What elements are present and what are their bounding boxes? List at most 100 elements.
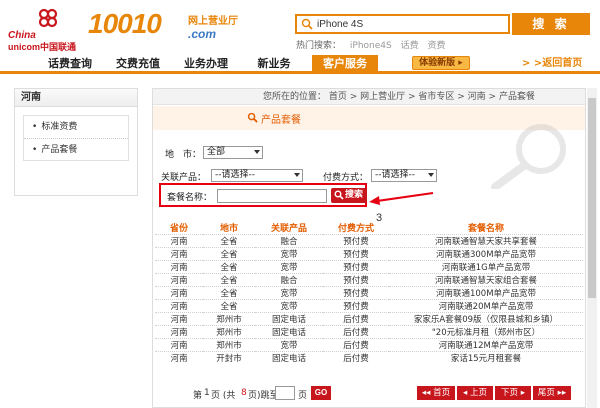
cell-package-name[interactable]: 河南联通1G单产品宽带 [389, 260, 583, 274]
pager-middle: 页 (共 [211, 391, 236, 401]
nav-item-customer-service[interactable]: 客户服务 [312, 55, 378, 73]
sidebar-item-standard-tariff[interactable]: 标准资费 [24, 116, 128, 138]
city-select-value: 全部 [207, 147, 226, 157]
pager-current-page: 1 [204, 388, 210, 398]
site-search-box [295, 14, 510, 34]
cell-pay-method: 预付费 [323, 234, 389, 248]
product-label: 关联产品： [161, 173, 207, 183]
cell-package-name[interactable]: 家话15元月租套餐 [389, 351, 583, 364]
pager-page-word: 页 [298, 391, 308, 401]
site-search-button[interactable]: 搜 索 [512, 13, 590, 35]
table-row: 河南 开封市 固定电话 后付费 家话15元月租套餐 [155, 351, 583, 364]
site-header: China unicom中国联通 10010 网上营业厅 .com 搜 索 热门… [0, 0, 600, 54]
last-page-label: 尾页 [537, 388, 555, 398]
next-page-button[interactable]: 下页 ▸ [495, 386, 531, 400]
cell-province: 河南 [155, 234, 203, 248]
column-header-pay-method: 付费方式 [337, 224, 374, 234]
cell-city: 全省 [203, 247, 255, 261]
cell-product: 宽带 [255, 338, 323, 352]
magnifier-icon [247, 112, 258, 123]
package-name-input[interactable] [217, 189, 327, 203]
cell-product: 宽带 [255, 286, 323, 300]
cell-city: 郑州市 [203, 338, 255, 352]
table-row: 河南 郑州市 固定电话 后付费 "20元标准月租（郑州市区） [155, 325, 583, 339]
package-search-button[interactable]: 搜索 [331, 188, 367, 203]
search-icon [301, 18, 313, 30]
first-page-label: 首页 [433, 388, 451, 398]
cell-package-name[interactable]: 家家乐A套餐09版（仅限县城和乡镇） [389, 312, 583, 326]
city-select[interactable]: 全部 [203, 146, 263, 159]
hot-keyword[interactable]: iPhone4S [350, 41, 392, 51]
nav-item-bill-query[interactable]: 话费查询 [40, 55, 100, 73]
sidebar: 河南 标准资费 产品套餐 [14, 88, 138, 196]
logo-slogan: 网上营业厅 [188, 16, 238, 27]
cell-package-name[interactable]: 河南联通100M单产品宽带 [389, 286, 583, 300]
page-jump-input[interactable] [275, 386, 295, 400]
cell-pay-method: 后付费 [323, 338, 389, 352]
table-row: 河南 全省 融合 预付费 河南联通智慧天家组合套餐 [155, 273, 583, 287]
product-select-value: --请选择-- [215, 170, 255, 180]
cell-pay-method: 后付费 [323, 325, 389, 339]
chevron-down-icon [254, 150, 260, 154]
scrollbar-thumb[interactable] [588, 98, 596, 298]
column-header-province: 省份 [169, 224, 188, 234]
main-panel: 您所在的位置： 首页 > 网上营业厅 > 省市专区 > 河南 > 产品套餐 产品… [152, 88, 586, 408]
first-page-button[interactable]: ◂◂ 首页 [417, 386, 455, 400]
cell-package-name[interactable]: 河南联通300M单产品宽带 [389, 247, 583, 261]
try-new-version-button[interactable]: 体验新版 ▸ [412, 56, 470, 70]
cell-province: 河南 [155, 325, 203, 339]
pagination: 第 1 页 (共 8 页)跳至 页 GO ◂◂ 首页 ◂ 上页 下页 ▸ 尾页 … [153, 385, 585, 403]
cell-product: 宽带 [255, 299, 323, 313]
sidebar-list: 标准资费 产品套餐 [23, 115, 129, 161]
back-home-link[interactable]: > >返回首页 [522, 56, 582, 72]
try-new-version-label: 体验新版 [419, 58, 456, 68]
search-icon [334, 190, 344, 200]
cell-package-name[interactable]: 河南联通智慧天家组合套餐 [389, 273, 583, 287]
cell-province: 河南 [155, 299, 203, 313]
nav-item-business[interactable]: 业务办理 [176, 55, 236, 73]
cell-package-name[interactable]: 河南联通20M单产品宽带 [389, 299, 583, 313]
chevron-down-icon [294, 173, 300, 177]
page-scrollbar[interactable] [587, 88, 597, 408]
nav-item-new-business[interactable]: 新业务 [246, 55, 302, 73]
cell-pay-method: 后付费 [323, 312, 389, 326]
cell-product: 固定电话 [255, 325, 323, 339]
cell-city: 全省 [203, 260, 255, 274]
table-row: 河南 全省 宽带 预付费 河南联通300M单产品宽带 [155, 247, 583, 261]
cell-package-name[interactable]: "20元标准月租（郑州市区） [389, 325, 583, 339]
prev-page-button[interactable]: ◂ 上页 [457, 386, 493, 400]
pay-method-select[interactable]: --请选择-- [371, 169, 437, 182]
product-select[interactable]: --请选择-- [211, 169, 303, 182]
hot-keyword[interactable]: 资费 [427, 41, 445, 51]
unicom-logo[interactable]: China unicom中国联通 [4, 4, 82, 52]
hot-search-label: 热门搜索： [296, 41, 342, 51]
cell-city: 全省 [203, 299, 255, 313]
sidebar-title: 河南 [15, 89, 137, 107]
column-header-city: 地市 [219, 224, 238, 234]
cell-package-name[interactable]: 河南联通智慧天家共享套餐 [389, 234, 583, 248]
hot-keyword[interactable]: 话费 [401, 41, 419, 51]
cell-city: 郑州市 [203, 325, 255, 339]
page-go-button[interactable]: GO [311, 386, 331, 400]
cell-product: 融合 [255, 273, 323, 287]
cell-province: 河南 [155, 351, 203, 364]
hot-search: 热门搜索： iPhone4S 话费 资费 [296, 38, 452, 51]
last-page-button[interactable]: 尾页 ▸▸ [533, 386, 571, 400]
cell-pay-method: 预付费 [323, 260, 389, 274]
site-search-input[interactable] [317, 17, 507, 31]
table-row: 河南 全省 宽带 预付费 河南联通1G单产品宽带 [155, 260, 583, 274]
cell-package-name[interactable]: 河南联通12M单产品宽带 [389, 338, 583, 352]
chevron-down-icon [428, 173, 434, 177]
cell-city: 全省 [203, 286, 255, 300]
package-search-group: 套餐名称： 搜索 [159, 183, 367, 207]
cell-province: 河南 [155, 260, 203, 274]
sidebar-item-product-package[interactable]: 产品套餐 [24, 138, 128, 160]
column-header-product: 关联产品 [270, 224, 307, 234]
unicom-knot-icon [38, 8, 58, 28]
cell-product: 融合 [255, 234, 323, 248]
cell-province: 河南 [155, 286, 203, 300]
nav-item-recharge[interactable]: 交费充值 [108, 55, 168, 73]
cell-province: 河南 [155, 273, 203, 287]
cell-product: 宽带 [255, 260, 323, 274]
cell-city: 全省 [203, 234, 255, 248]
